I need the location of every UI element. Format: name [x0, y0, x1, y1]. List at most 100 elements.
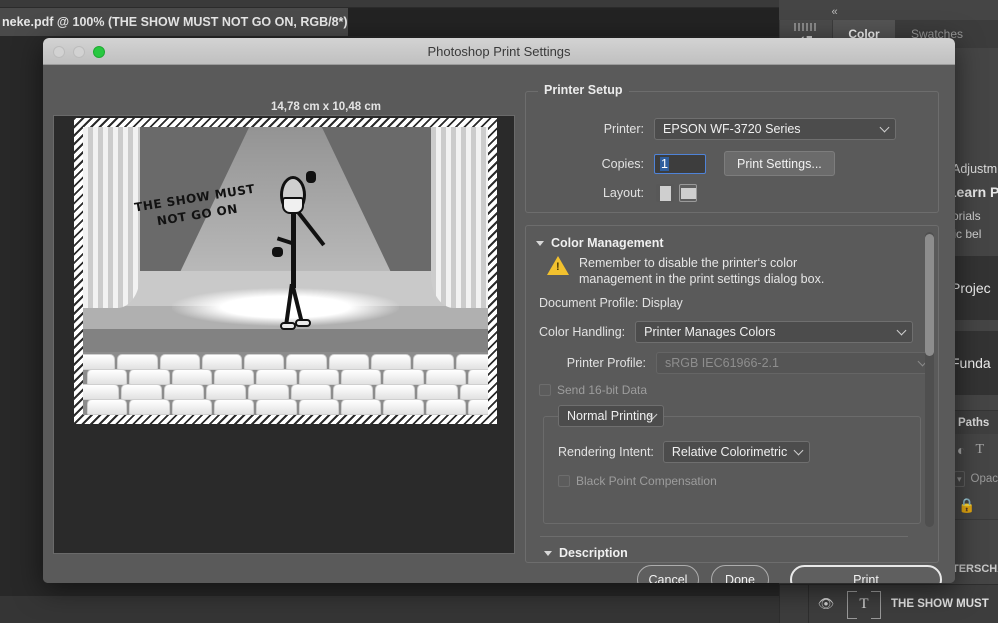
dialog-body: 14,78 cm x 10,48 cm [43, 65, 955, 583]
checkbox-label: Black Point Compensation [576, 474, 717, 488]
copies-row: Copies: 1 Print Settings... [538, 151, 835, 176]
layout-landscape-icon[interactable] [679, 184, 697, 202]
seat-row [83, 384, 488, 400]
color-management-legend: Color Management [551, 236, 664, 250]
layers-tool-row: ◐ T [948, 434, 998, 466]
document-tab[interactable]: neke.pdf @ 100% (THE SHOW MUST NOT GO ON… [0, 8, 348, 36]
document-profile-label: Document Profile: Display [539, 296, 683, 310]
rendering-intent-label: Rendering Intent: [558, 445, 654, 459]
collapse-panels-icon[interactable]: « [803, 4, 867, 20]
paper-sheet: THE SHOW MUST NOT GO ON [74, 118, 497, 424]
color-management-panel: Color Management ! Remember to disable t… [525, 225, 939, 563]
printer-profile-select[interactable]: sRGB IEC61966-2.1 [656, 352, 934, 374]
dialog-title: Photoshop Print Settings [43, 38, 955, 65]
figure-leg-right [290, 284, 303, 322]
printer-setup-panel: Printer Setup Printer: EPSON WF-3720 Ser… [525, 91, 939, 213]
text-layer-T-icon[interactable]: T [847, 591, 881, 617]
figure-raised-arm [297, 211, 325, 246]
watermark-text: TERSCHAR [948, 555, 998, 583]
done-button[interactable]: Done [711, 565, 769, 583]
watermark-label: TERSCHAR [952, 563, 998, 575]
paths-tab[interactable]: Paths [948, 410, 998, 434]
printing-mode-select[interactable]: Normal Printing [558, 405, 664, 427]
checkbox-box-icon[interactable] [558, 475, 570, 487]
layer-row[interactable]: 👁 T THE SHOW MUST [779, 584, 998, 623]
copies-input[interactable]: 1 [654, 154, 706, 174]
printer-row: Printer: EPSON WF-3720 Series [538, 118, 928, 140]
figure-hand [272, 247, 283, 257]
printer-profile-label: Printer Profile: [539, 356, 646, 370]
color-handling-select[interactable]: Printer Manages Colors [635, 321, 913, 343]
description-section-toggle[interactable]: Description [544, 546, 628, 560]
opacity-label: Opac [971, 473, 998, 485]
panel-grip-icon [794, 23, 818, 31]
chevron-down-icon [536, 241, 544, 246]
printer-select-value: EPSON WF-3720 Series [663, 122, 801, 136]
rendering-intent-select-value: Relative Colorimetric [672, 445, 787, 459]
chevron-down-icon [881, 127, 888, 131]
figure-shoe-left [280, 322, 296, 330]
eye-icon[interactable]: 👁 [809, 596, 843, 612]
document-tab-label: neke.pdf @ 100% (THE SHOW MUST NOT GO ON… [2, 15, 348, 29]
opacity-row: ▾ Opac [948, 466, 998, 492]
layout-row: Layout: [538, 184, 697, 202]
adjustments-panel-label: Adjustm [952, 162, 997, 176]
chevron-down-icon [649, 414, 656, 418]
checkbox-send-16-bit-data[interactable]: Send 16-bit Data [539, 383, 647, 397]
paths-tab-label: Paths [958, 417, 989, 429]
rendering-intent-row: Rendering Intent: Relative Colorimetric [558, 441, 810, 463]
done-button-label: Done [725, 573, 755, 584]
print-settings-button[interactable]: Print Settings... [724, 151, 835, 176]
chevron-down-icon [898, 330, 905, 334]
layer-name: THE SHOW MUST [891, 598, 989, 610]
printer-profile-select-value: sRGB IEC61966-2.1 [665, 356, 779, 370]
layout-label: Layout: [538, 186, 644, 200]
scrollbar-thumb[interactable] [925, 234, 934, 356]
section-divider [540, 536, 908, 537]
color-handling-row: Color Handling: Printer Manages Colors [539, 321, 913, 343]
printer-select[interactable]: EPSON WF-3720 Series [654, 118, 896, 140]
screen: neke.pdf @ 100% (THE SHOW MUST NOT GO ON… [0, 0, 998, 623]
figure-shoe-right [295, 319, 311, 327]
description-legend: Description [559, 546, 628, 560]
lock-icon[interactable]: 🔒 [958, 497, 975, 514]
preview-size-label: 14,78 cm x 10,48 cm [95, 101, 557, 113]
audience-seating [83, 352, 488, 415]
text-T-icon[interactable]: T [975, 442, 984, 458]
stick-figure [265, 176, 322, 334]
color-handling-select-value: Printer Manages Colors [644, 325, 775, 339]
printing-mode-group: Normal Printing Rendering Intent: Relati… [543, 416, 921, 524]
seat-row [87, 399, 488, 415]
learn-panel-title: Learn P [948, 184, 998, 200]
color-management-warning-line-1: Remember to disable the printer‘s color [579, 255, 797, 271]
copies-label: Copies: [538, 157, 644, 171]
checkbox-box-icon[interactable] [539, 384, 551, 396]
checkbox-black-point-compensation[interactable]: Black Point Compensation [558, 474, 717, 488]
layout-portrait-icon[interactable] [656, 184, 674, 202]
cancel-button[interactable]: Cancel [637, 565, 699, 583]
rendering-intent-select[interactable]: Relative Colorimetric [663, 441, 810, 463]
color-handling-label: Color Handling: [539, 325, 625, 339]
figure-fist [306, 171, 316, 183]
blend-mode-chevron-icon[interactable]: ▾ [954, 471, 965, 487]
artwork-image: THE SHOW MUST NOT GO ON [83, 127, 488, 415]
color-management-section-toggle[interactable]: Color Management [536, 236, 664, 250]
learn-card-fundamentals-label: Funda [951, 355, 991, 371]
seat-row [83, 354, 488, 370]
color-management-scrollbar[interactable] [925, 232, 934, 527]
seat-row [87, 369, 488, 385]
half-circle-icon[interactable]: ◐ [957, 442, 965, 458]
printer-profile-row: Printer Profile: sRGB IEC61966-2.1 [539, 352, 934, 374]
stage-curtain-right [431, 127, 488, 308]
status-bar [0, 596, 779, 623]
copies-input-value: 1 [660, 157, 669, 171]
checkbox-label: Send 16-bit Data [557, 383, 647, 397]
cancel-button-label: Cancel [649, 573, 688, 584]
printer-label: Printer: [538, 122, 644, 136]
print-button[interactable]: Print [790, 565, 942, 583]
print-settings-dialog: Photoshop Print Settings 14,78 cm x 10,4… [43, 38, 955, 583]
chevron-down-icon [544, 551, 552, 556]
print-preview[interactable]: THE SHOW MUST NOT GO ON [53, 115, 515, 554]
figure-torso [291, 212, 296, 288]
dialog-titlebar[interactable]: Photoshop Print Settings [43, 38, 955, 65]
